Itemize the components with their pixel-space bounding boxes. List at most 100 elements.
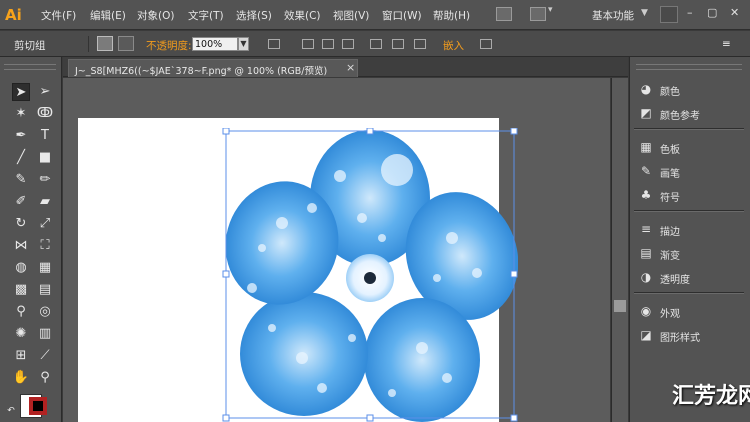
panel-label: 画笔	[660, 169, 680, 180]
panel-gradient[interactable]: ▤ 渐变	[636, 243, 744, 263]
menu-file[interactable]: 文件(F)	[41, 8, 76, 23]
panel-graphic-styles[interactable]: ◪ 图形样式	[636, 325, 744, 345]
align-center-icon[interactable]	[322, 39, 334, 49]
symbols-icon: ♣	[640, 188, 652, 202]
panel-label: 透明度	[660, 275, 690, 286]
embed-button[interactable]: 嵌入	[443, 38, 464, 53]
panel-label: 颜色	[660, 87, 680, 98]
color-guide-icon: ◩	[640, 106, 652, 120]
tools-panel: ➤ ➢ ✶ ↂ ✒ T ╱ ■ ✎ ✏ ✐ ▰ ↻ ⤢ ⋈ ⛶ ◍ ▦ ▩ ▤ …	[0, 57, 62, 422]
petal-bottom-right	[364, 298, 480, 422]
close-icon[interactable]: ×	[346, 61, 355, 74]
rectangle-tool-icon[interactable]: ■	[36, 149, 54, 167]
panel-transparency[interactable]: ◑ 透明度	[636, 267, 744, 287]
menu-effect[interactable]: 效果(C)	[284, 8, 321, 23]
brushes-icon: ✎	[640, 164, 652, 178]
menu-object[interactable]: 对象(O)	[137, 8, 174, 23]
column-graph-tool-icon[interactable]: ▥	[36, 325, 54, 343]
color-icon: ◕	[640, 82, 652, 96]
panel-label: 颜色参考	[660, 111, 700, 122]
eyedropper-tool-icon[interactable]: ⚲	[12, 303, 30, 321]
search-icon[interactable]	[660, 6, 678, 23]
chevron-down-icon[interactable]: ▼	[641, 8, 648, 18]
align-top-icon[interactable]	[370, 39, 382, 49]
workspace-switcher[interactable]: 基本功能	[592, 8, 634, 23]
bridge-icon[interactable]	[496, 7, 512, 21]
maximize-button[interactable]: ▢	[707, 6, 717, 19]
perspective-grid-tool-icon[interactable]: ▦	[36, 259, 54, 277]
type-tool-icon[interactable]: T	[36, 127, 54, 145]
document-tab[interactable]: J~_S8[MHZ6((~$JAE`378~F.png* @ 100% (RGB…	[68, 59, 358, 77]
slice-tool-icon[interactable]: ⟋	[36, 347, 54, 365]
align-right-icon[interactable]	[342, 39, 354, 49]
menu-help[interactable]: 帮助(H)	[433, 8, 470, 23]
fill-stroke-swatch[interactable]	[20, 392, 56, 422]
panel-grip[interactable]	[4, 64, 56, 70]
selection-tool-icon[interactable]: ➤	[12, 83, 30, 101]
control-bar: 剪切组 不透明度: 100% ▼ 嵌入 ≡	[0, 31, 750, 57]
menu-view[interactable]: 视图(V)	[333, 8, 369, 23]
scale-tool-icon[interactable]: ⤢	[36, 215, 54, 233]
pencil-tool-icon[interactable]: ✏	[36, 171, 54, 189]
blend-tool-icon[interactable]: ◎	[36, 303, 54, 321]
direct-selection-tool-icon[interactable]: ➢	[36, 83, 54, 101]
divider	[634, 292, 744, 294]
opacity-dropdown-icon[interactable]: ▼	[238, 37, 249, 51]
mesh-tool-icon[interactable]: ▩	[12, 281, 30, 299]
recolor-icon[interactable]	[268, 39, 280, 49]
opacity-field[interactable]: 100%	[192, 37, 238, 51]
menu-edit[interactable]: 编辑(E)	[90, 8, 126, 23]
opacity-label[interactable]: 不透明度:	[146, 38, 192, 53]
panel-color-guide[interactable]: ◩ 颜色参考	[636, 103, 744, 123]
panel-grip[interactable]	[636, 64, 742, 70]
magic-wand-tool-icon[interactable]: ✶	[12, 105, 30, 123]
line-tool-icon[interactable]: ╱	[12, 149, 30, 167]
menu-window[interactable]: 窗口(W)	[382, 8, 422, 23]
panel-symbols[interactable]: ♣ 符号	[636, 185, 744, 205]
scrollbar-thumb[interactable]	[614, 300, 626, 312]
hand-tool-icon[interactable]: ✋	[12, 369, 30, 387]
blob-brush-tool-icon[interactable]: ✐	[12, 193, 30, 211]
arrange-documents-icon[interactable]	[530, 5, 553, 21]
align-middle-icon[interactable]	[392, 39, 404, 49]
gradient-icon: ▤	[640, 246, 652, 260]
edit-clipping-path-icon[interactable]	[97, 36, 113, 51]
vertical-scrollbar[interactable]	[611, 78, 628, 422]
panel-menu-icon[interactable]: ≡	[722, 38, 731, 50]
panel-stroke[interactable]: ≡ 描边	[636, 219, 744, 239]
stroke-swatch[interactable]	[29, 397, 47, 415]
stroke-icon: ≡	[640, 222, 652, 236]
transparency-icon: ◑	[640, 270, 652, 284]
paintbrush-tool-icon[interactable]: ✎	[12, 171, 30, 189]
shape-builder-tool-icon[interactable]: ◍	[12, 259, 30, 277]
transform-icon[interactable]	[480, 39, 492, 49]
watermark-text: 汇芳龙网	[672, 383, 750, 409]
close-button[interactable]: ✕	[730, 6, 739, 19]
panel-label: 图形样式	[660, 333, 700, 344]
width-tool-icon[interactable]: ⋈	[12, 237, 30, 255]
lasso-tool-icon[interactable]: ↂ	[36, 105, 54, 123]
menu-type[interactable]: 文字(T)	[188, 8, 224, 23]
panel-appearance[interactable]: ◉ 外观	[636, 301, 744, 321]
align-bottom-icon[interactable]	[414, 39, 426, 49]
panel-swatches[interactable]: ▦ 色板	[636, 137, 744, 157]
edit-contents-icon[interactable]	[118, 36, 134, 51]
gradient-tool-icon[interactable]: ▤	[36, 281, 54, 299]
menu-bar: Ai 文件(F) 编辑(E) 对象(O) 文字(T) 选择(S) 效果(C) 视…	[0, 0, 750, 30]
zoom-tool-icon[interactable]: ⚲	[36, 369, 54, 387]
panel-label: 外观	[660, 309, 680, 320]
eraser-tool-icon[interactable]: ▰	[36, 193, 54, 211]
free-transform-tool-icon[interactable]: ⛶	[36, 237, 54, 255]
swap-fill-stroke-icon[interactable]: ↶	[2, 402, 20, 420]
align-left-icon[interactable]	[302, 39, 314, 49]
panel-brushes[interactable]: ✎ 画笔	[636, 161, 744, 181]
pen-tool-icon[interactable]: ✒	[12, 127, 30, 145]
flower-image[interactable]	[222, 128, 518, 422]
minimize-button[interactable]: –	[687, 6, 693, 19]
symbol-sprayer-tool-icon[interactable]: ✺	[12, 325, 30, 343]
rotate-tool-icon[interactable]: ↻	[12, 215, 30, 233]
menu-select[interactable]: 选择(S)	[236, 8, 272, 23]
artboard-tool-icon[interactable]: ⊞	[12, 347, 30, 365]
watermark: 汇芳龙网	[672, 368, 750, 422]
panel-color[interactable]: ◕ 颜色	[636, 79, 744, 99]
